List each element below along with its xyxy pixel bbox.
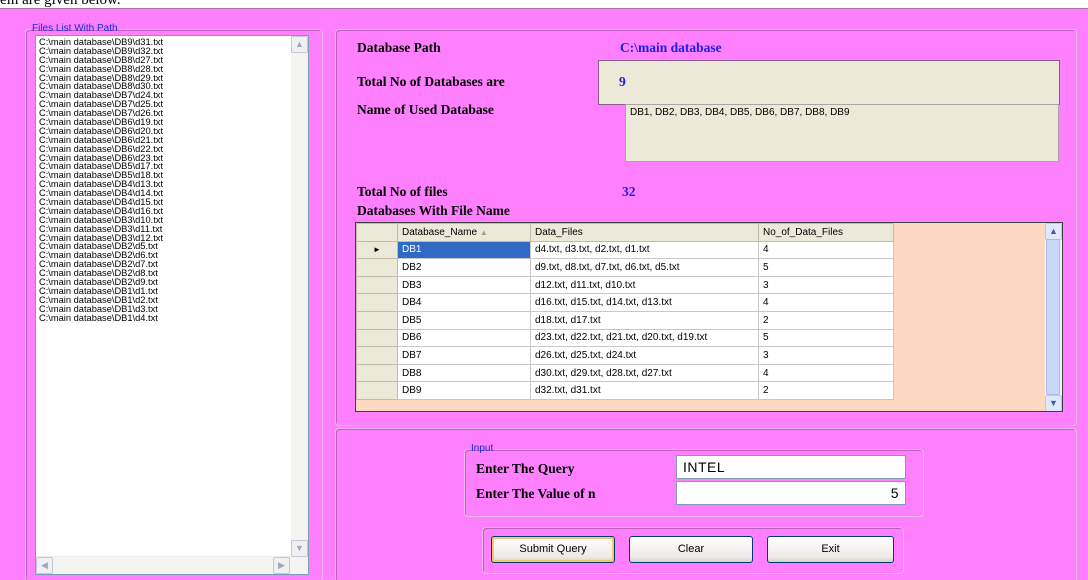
row-header-cell[interactable] [356,293,398,312]
table-row[interactable]: DB2 d9.txt, d8.txt, d7.txt, d6.txt, d5.tx… [356,258,894,277]
data-files-cell[interactable]: d26.txt, d25.txt, d24.txt [530,346,759,365]
table-row[interactable]: DB7 d26.txt, d25.txt, d24.txt 3 [356,346,894,365]
grid-vertical-scrollbar[interactable]: ▲ ▼ [1045,223,1062,411]
exit-button[interactable]: Exit [767,536,894,563]
file-count-cell[interactable]: 2 [758,310,894,330]
database-name-cell[interactable]: DB6 [397,328,531,348]
grid-scroll-thumb[interactable] [1046,239,1060,395]
query-label: Enter The Query [476,461,575,476]
data-files-cell[interactable]: d23.txt, d22.txt, d21.txt, d20.txt, d19.… [530,328,759,348]
files-list-legend: Files List With Path [32,23,118,34]
databases-grid-label: Databases With File Name [357,203,510,218]
files-listbox[interactable]: C:\main database\DB9\d31.txt C:\main data… [35,35,309,575]
database-name-cell[interactable]: DB8 [397,363,531,383]
data-files-cell[interactable]: d12.txt, d11.txt, d10.txt [530,275,759,295]
row-header-cell[interactable] [356,310,398,330]
table-row[interactable]: DB8 d30.txt, d29.txt, d28.txt, d27.txt 4 [356,363,894,383]
table-row[interactable]: DB5 d18.txt, d17.txt 2 [356,310,894,330]
database-name-cell[interactable]: DB7 [397,346,531,365]
grid-scroll-up-icon[interactable]: ▲ [1045,223,1062,240]
input-legend: Input [471,443,494,454]
total-files-value: 32 [622,184,636,199]
databases-table: Database_Name ▲ Data_Files No_of_Data_Fi… [356,223,894,400]
data-files-cell[interactable]: d9.txt, d8.txt, d7.txt, d6.txt, d5.txt [530,258,759,277]
file-list-item[interactable]: C:\main database\DB1\d4.txt [39,313,284,323]
file-count-cell[interactable]: 4 [758,240,894,260]
scroll-up-icon[interactable]: ▲ [291,36,308,53]
database-name-cell[interactable]: DB1 [397,240,531,260]
database-name-cell[interactable]: DB5 [397,310,531,330]
table-row[interactable]: DB3 d12.txt, d11.txt, d10.txt 3 [356,275,894,295]
used-database-label: Name of Used Database [357,102,494,117]
row-header-cell[interactable] [356,275,398,295]
used-database-value: DB1, DB2, DB3, DB4, DB5, DB6, DB7, DB8, … [630,107,850,118]
files-horizontal-scrollbar[interactable]: ◀ ▶ [36,556,291,574]
grid-header-row: Database_Name ▲ Data_Files No_of_Data_Fi… [356,223,894,242]
clear-button[interactable]: Clear [629,536,753,563]
file-count-cell[interactable]: 4 [758,363,894,383]
column-header-database-name[interactable]: Database_Name ▲ [397,223,531,242]
column-header-data-files[interactable]: Data_Files [530,223,759,242]
table-row[interactable]: DB9 d32.txt, d31.txt 2 [356,381,894,400]
data-files-cell[interactable]: d4.txt, d3.txt, d2.txt, d1.txt [530,240,759,260]
files-list-items: C:\main database\DB9\d31.txt C:\main data… [39,37,284,323]
sort-ascending-icon: ▲ [479,227,488,237]
data-files-cell[interactable]: d30.txt, d29.txt, d28.txt, d27.txt [530,363,759,383]
file-count-cell[interactable]: 4 [758,293,894,312]
total-databases-label: Total No of Databases are [357,74,505,89]
current-row-indicator-icon: ► [373,245,381,255]
total-databases-value: 9 [619,74,626,89]
n-value-input[interactable] [676,481,906,505]
file-count-cell[interactable]: 5 [758,328,894,348]
column-header-label: Database_Name [402,226,478,238]
file-count-cell[interactable]: 3 [758,275,894,295]
grid-body: ► DB1 d4.txt, d3.txt, d2.txt, d1.txt 4 DB2 d9… [356,240,894,400]
total-files-label: Total No of files [357,184,448,199]
table-row[interactable]: ► DB1 d4.txt, d3.txt, d2.txt, d1.txt 4 [356,240,894,260]
total-databases-box: 9 [598,60,1060,105]
used-database-box: DB1, DB2, DB3, DB4, DB5, DB6, DB7, DB8, … [625,104,1059,162]
scroll-left-icon[interactable]: ◀ [36,557,53,574]
database-name-cell[interactable]: DB2 [397,258,531,277]
grid-scroll-down-icon[interactable]: ▼ [1045,395,1062,411]
query-input[interactable] [676,455,906,479]
database-path-label: Database Path [357,40,441,55]
databases-grid[interactable]: Database_Name ▲ Data_Files No_of_Data_Fi… [355,222,1063,412]
file-count-cell[interactable]: 5 [758,258,894,277]
row-header-cell[interactable] [356,346,398,365]
data-files-cell[interactable]: d18.txt, d17.txt [530,310,759,330]
table-row[interactable]: DB4 d16.txt, d15.txt, d14.txt, d13.txt 4 [356,293,894,312]
database-name-cell[interactable]: DB3 [397,275,531,295]
row-header-cell[interactable] [356,381,398,400]
column-header-file-count[interactable]: No_of_Data_Files [758,223,894,242]
file-count-cell[interactable]: 3 [758,346,894,365]
files-vertical-scrollbar[interactable]: ▲ ▼ [291,36,308,574]
database-path-value: C:\main database [620,40,722,55]
row-header-cell[interactable]: ► [356,240,398,260]
database-name-cell[interactable]: DB9 [397,381,531,400]
grid-corner-cell [356,223,398,242]
screenshot: ein are given below. Files List With Pat… [0,0,1088,580]
row-header-cell[interactable] [356,363,398,383]
row-header-cell[interactable] [356,328,398,348]
submit-query-button[interactable]: Submit Query [491,536,615,563]
database-name-cell[interactable]: DB4 [397,293,531,312]
data-files-cell[interactable]: d16.txt, d15.txt, d14.txt, d13.txt [530,293,759,312]
table-row[interactable]: DB6 d23.txt, d22.txt, d21.txt, d20.txt, d… [356,328,894,348]
row-header-cell[interactable] [356,258,398,277]
data-files-cell[interactable]: d32.txt, d31.txt [530,381,759,400]
n-value-label: Enter The Value of n [476,486,596,501]
file-count-cell[interactable]: 2 [758,381,894,400]
scroll-down-icon[interactable]: ▼ [291,540,308,557]
scroll-right-icon[interactable]: ▶ [273,557,290,574]
